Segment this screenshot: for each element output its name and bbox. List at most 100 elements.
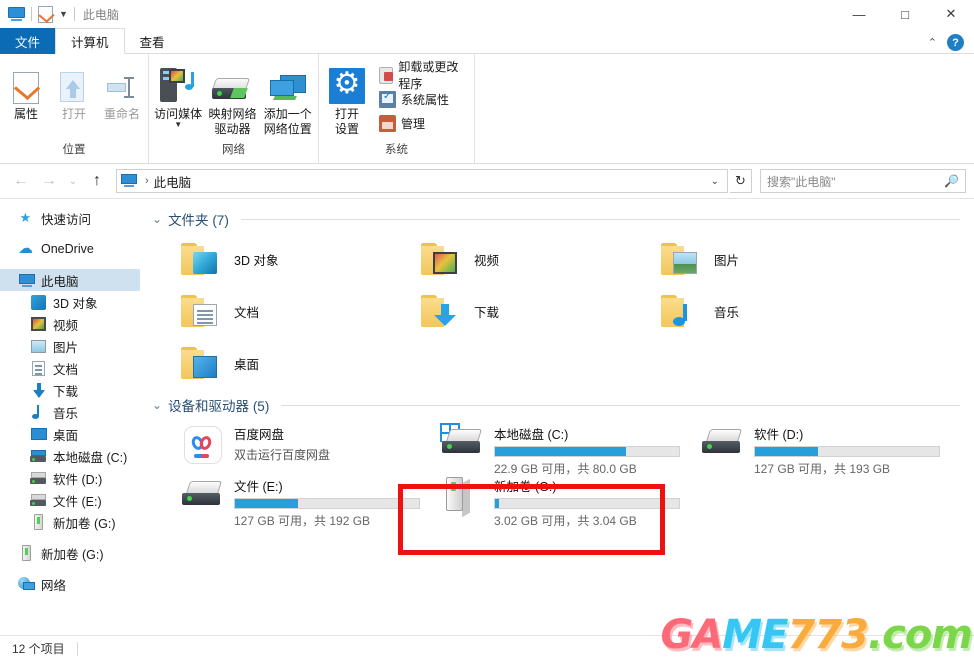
capacity-bar — [234, 498, 420, 509]
manage-button[interactable]: 管理 — [375, 111, 472, 135]
capacity-text: 127 GB 可用，共 192 GB — [234, 514, 371, 528]
sidebar-item-desktop[interactable]: 桌面 — [0, 423, 140, 445]
sidebar-item-videos[interactable]: 视频 — [0, 313, 140, 335]
sidebar-item-drive-e[interactable]: 文件 (E:) — [0, 489, 140, 511]
folders-section-header[interactable]: ⌄ 文件夹 (7) — [152, 209, 974, 229]
help-icon[interactable]: ? — [947, 34, 964, 51]
devices-section-header[interactable]: ⌄ 设备和驱动器 (5) — [152, 395, 974, 415]
ribbon-group-label-network: 网络 — [222, 144, 245, 156]
capacity-bar — [494, 446, 680, 457]
list-item[interactable]: 音乐 — [632, 285, 872, 337]
downloads-icon — [30, 382, 47, 398]
chevron-down-icon[interactable]: ▼ — [59, 9, 68, 19]
windows-drive-icon — [30, 448, 47, 464]
back-button[interactable]: ← — [8, 168, 34, 194]
capacity-bar — [494, 498, 680, 509]
open-settings-button[interactable]: 打开 设置 — [329, 60, 365, 137]
properties-icon[interactable] — [38, 5, 53, 23]
baidu-netdisk-icon — [180, 423, 226, 467]
ribbon: 属性 打开 重命名 位置 访问媒体 ▼ 映射网络 驱动器 添加一个 网络位置 网… — [0, 54, 974, 164]
ribbon-group-network: 访问媒体 ▼ 映射网络 驱动器 添加一个 网络位置 网络 — [148, 54, 318, 163]
watermark-part-2: ME — [722, 612, 788, 658]
add-network-location-button[interactable]: 添加一个 网络位置 — [260, 60, 316, 137]
sidebar-item-documents[interactable]: 文档 — [0, 357, 140, 379]
list-item[interactable]: 图片 — [632, 233, 872, 285]
window-controls: — □ ✕ — [836, 0, 974, 28]
sidebar-item-onedrive[interactable]: OneDrive — [0, 238, 140, 260]
search-input[interactable]: 搜索"此电脑" 🔍 — [760, 169, 966, 193]
breadcrumb-item-this-pc[interactable]: 此电脑 — [154, 172, 192, 191]
ribbon-tab-strip: 文件 计算机 查看 ⌃ ? — [0, 28, 974, 54]
list-item[interactable]: 软件 (D:) 127 GB 可用，共 193 GB — [672, 419, 940, 476]
map-drive-label-2: 驱动器 — [214, 122, 251, 136]
tab-computer[interactable]: 计算机 — [55, 28, 125, 54]
breadcrumb[interactable]: › 此电脑 ⌄ — [116, 169, 728, 193]
pictures-icon — [30, 338, 47, 354]
ribbon-right-controls: ⌃ ? — [928, 34, 974, 54]
open-button[interactable]: 打开 — [50, 60, 98, 122]
sidebar-item-quick-access[interactable]: 快速访问 — [0, 207, 140, 229]
hard-drive-icon — [30, 492, 47, 508]
tab-view[interactable]: 查看 — [125, 28, 180, 54]
chevron-down-icon[interactable]: ⌄ — [152, 398, 162, 412]
sidebar-item-downloads[interactable]: 下载 — [0, 379, 140, 401]
list-item[interactable]: 下载 — [392, 285, 632, 337]
map-network-drive-button[interactable]: 映射网络 驱动器 — [205, 60, 259, 137]
computer-icon — [121, 174, 137, 188]
sidebar-item-pictures[interactable]: 图片 — [0, 335, 140, 357]
list-item[interactable]: 百度网盘 双击运行百度网盘 — [152, 419, 412, 471]
properties-button[interactable]: 属性 — [2, 60, 50, 122]
chevron-down-icon[interactable]: ⌄ — [711, 176, 723, 187]
rename-button[interactable]: 重命名 — [98, 60, 146, 122]
folder-downloads-icon — [420, 293, 462, 329]
system-properties-icon — [379, 90, 396, 108]
sidebar-item-music[interactable]: 音乐 — [0, 401, 140, 423]
minimize-button[interactable]: — — [836, 0, 882, 28]
item-count-label: 12 个项目 — [12, 642, 65, 656]
device-name: 百度网盘 — [234, 428, 285, 442]
sidebar-item-local-disk-c[interactable]: 本地磁盘 (C:) — [0, 445, 140, 467]
refresh-button[interactable]: ↻ — [730, 169, 752, 193]
ribbon-group-system: 打开 设置 卸载或更改程序 系统属性 管理 — [318, 54, 474, 163]
media-server-icon — [158, 64, 198, 104]
title-bar: ▼ 此电脑 — □ ✕ — [0, 0, 974, 28]
recent-locations-button[interactable]: ⌄ — [64, 168, 82, 194]
search-placeholder: 搜索"此电脑" — [767, 174, 836, 189]
list-item[interactable]: 本地磁盘 (C:) 22.9 GB 可用，共 80.0 GB — [412, 419, 680, 476]
search-icon[interactable]: 🔍 — [944, 174, 959, 188]
hard-drive-icon — [700, 423, 746, 467]
star-icon — [18, 210, 35, 226]
collapse-ribbon-icon[interactable]: ⌃ — [928, 36, 937, 49]
sidebar-item-network[interactable]: 网络 — [0, 573, 140, 595]
desktop-icon — [30, 426, 47, 442]
divider — [240, 218, 960, 220]
sidebar-item-3d-objects[interactable]: 3D 对象 — [0, 291, 140, 313]
chevron-down-icon[interactable]: ⌄ — [152, 212, 162, 226]
up-button[interactable]: ↑ — [84, 168, 110, 194]
list-item[interactable]: 新加卷 (G:) 3.02 GB 可用，共 3.04 GB — [412, 471, 680, 528]
maximize-button[interactable]: □ — [882, 0, 928, 28]
list-item[interactable]: 文件 (E:) 127 GB 可用，共 192 GB — [152, 471, 420, 528]
list-item[interactable]: 视频 — [392, 233, 632, 285]
sidebar-item-drive-d[interactable]: 软件 (D:) — [0, 467, 140, 489]
devices-section-title: 设备和驱动器 (5) — [168, 399, 270, 414]
forward-button[interactable]: → — [36, 168, 62, 194]
uninstall-or-change-program-button[interactable]: 卸载或更改程序 — [375, 60, 472, 91]
system-properties-button[interactable]: 系统属性 — [375, 87, 472, 111]
tab-file[interactable]: 文件 — [0, 28, 56, 54]
watermark-part-3: 773 — [787, 612, 868, 658]
drive-name: 本地磁盘 (C:) — [494, 428, 569, 442]
list-item[interactable]: 3D 对象 — [152, 233, 392, 285]
computer-icon[interactable] — [8, 6, 25, 22]
address-bar: ← → ⌄ ↑ › 此电脑 ⌄ ↻ 搜索"此电脑" 🔍 — [0, 164, 974, 198]
sidebar-item-this-pc[interactable]: 此电脑 — [0, 269, 140, 291]
sidebar-item-drive-g[interactable]: 新加卷 (G:) — [0, 542, 140, 564]
uninstall-icon — [379, 66, 394, 84]
list-item[interactable]: 桌面 — [152, 337, 392, 389]
close-button[interactable]: ✕ — [928, 0, 974, 28]
list-item[interactable]: 文档 — [152, 285, 392, 337]
chevron-down-icon[interactable]: ▼ — [174, 121, 182, 129]
sidebar-item-drive-g-nested[interactable]: 新加卷 (G:) — [0, 511, 140, 533]
drive-name: 新加卷 (G:) — [494, 480, 557, 494]
access-media-button[interactable]: 访问媒体 ▼ — [151, 60, 205, 129]
